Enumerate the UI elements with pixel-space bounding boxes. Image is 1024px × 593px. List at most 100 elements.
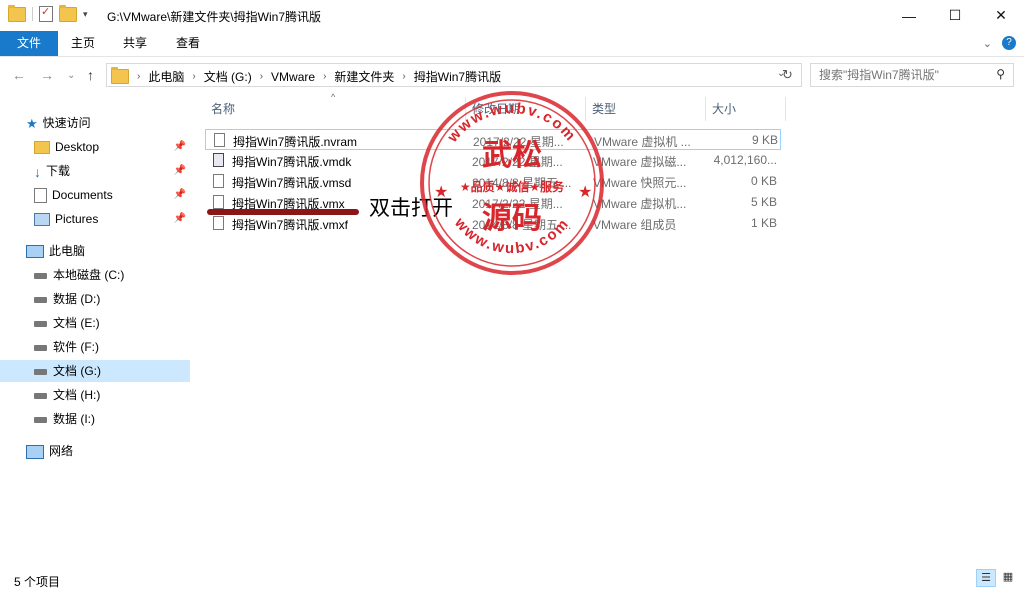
file-type: VMware 虚拟磁... [593,155,687,169]
column-header-date[interactable]: 修改日期 [472,97,580,121]
sidebar-item-drive-h[interactable]: 文档 (H:) [34,384,186,406]
document-icon [34,188,47,204]
ribbon-controls: ⌄ ? [983,36,1016,50]
expand-ribbon-icon[interactable]: ⌄ [983,37,992,50]
refresh-icon[interactable]: ↻ [782,67,793,83]
file-icon [213,174,224,188]
file-type: VMware 组成员 [593,218,677,232]
file-icon [214,133,225,147]
address-bar[interactable]: › 此电脑 › 文档 (G:) › VMware › 新建文件夹 › 拇指Win… [106,63,802,87]
sidebar-item-network[interactable]: 网络 [26,440,186,462]
search-box[interactable]: ⚲ [810,63,1014,87]
status-item-count: 5 个项目 [14,575,61,589]
sidebar-item-drive-c[interactable]: 本地磁盘 (C:) [34,264,186,286]
new-folder-icon[interactable] [59,4,77,22]
maximize-button[interactable]: ☐ [932,0,978,31]
column-header-type[interactable]: 类型 [592,97,700,121]
pin-icon: 📌 [173,141,186,152]
forward-arrow-icon[interactable]: → [40,67,54,83]
sidebar-item-quick-access[interactable]: ★ 快速访问 [26,112,186,134]
breadcrumb-chevron-icon[interactable]: › [137,71,140,82]
breadcrumb-chevron-icon[interactable]: › [192,71,195,82]
sidebar-item-label: 数据 (D:) [53,292,101,306]
file-name: 拇指Win7腾讯版.nvram [233,135,358,149]
pin-icon: 📌 [173,189,186,200]
customize-qat-dropdown-icon[interactable]: ▾ [83,9,88,20]
breadcrumb-chevron-icon[interactable]: › [260,71,263,82]
file-date: 2014/8/8 星期五 ... [472,176,572,190]
drive-icon [34,368,47,375]
drive-icon [34,392,47,399]
tab-share[interactable]: 共享 [112,31,158,56]
search-icon[interactable]: ⚲ [996,67,1005,81]
sidebar-item-this-pc[interactable]: 此电脑 [26,240,186,262]
file-date: 2017/2/22 星期... [472,197,563,211]
sidebar-item-downloads[interactable]: ↓ 下载 📌 [34,160,186,182]
sidebar-item-desktop[interactable]: Desktop 📌 [34,136,186,158]
sidebar-item-label: 文档 (H:) [53,388,101,402]
properties-icon[interactable] [39,5,53,22]
column-divider[interactable] [785,97,786,121]
column-divider[interactable] [705,97,706,121]
breadcrumb-new-folder[interactable]: 新建文件夹 [334,68,394,85]
recent-locations-chevron-icon[interactable]: ⌄ [67,70,75,81]
file-row[interactable]: 拇指Win7腾讯版.nvram 2017/2/22 星期... VMware 虚… [205,129,781,150]
tab-file[interactable]: 文件 [0,31,58,56]
details-view-icon[interactable]: ☰ [976,569,996,587]
sidebar-item-drive-i[interactable]: 数据 (I:) [34,408,186,430]
sidebar-item-pictures[interactable]: Pictures 📌 [34,208,186,230]
file-date: 2017/2/22 星期... [472,155,563,169]
breadcrumb-vmware[interactable]: VMware [271,70,315,84]
column-header-size[interactable]: 大小 [712,97,782,121]
file-type: VMware 虚拟机 ... [594,135,691,149]
file-size: 0 KB [750,174,777,188]
file-row[interactable]: 拇指Win7腾讯版.vmxf 2014/8/8 星期五 ... VMware 组… [205,213,781,234]
tab-home[interactable]: 主页 [60,31,106,56]
column-divider[interactable] [465,97,466,121]
breadcrumb-this-pc[interactable]: 此电脑 [148,68,184,85]
sidebar-item-documents[interactable]: Documents 📌 [34,184,186,206]
search-input[interactable] [811,64,991,86]
sidebar-item-drive-f[interactable]: 软件 (F:) [34,336,186,358]
file-size: 9 KB [751,133,778,147]
up-arrow-icon[interactable]: ↑ [87,67,94,83]
tab-view[interactable]: 查看 [165,31,211,56]
file-row[interactable]: 拇指Win7腾讯版.vmdk 2017/2/22 星期... VMware 虚拟… [205,150,781,171]
sidebar-item-drive-d[interactable]: 数据 (D:) [34,288,186,310]
breadcrumb-chevron-icon[interactable]: › [323,71,326,82]
drive-icon [34,296,47,303]
sidebar-item-label: 文档 (G:) [53,364,101,378]
help-icon[interactable]: ? [1002,36,1016,50]
download-icon: ↓ [34,163,41,180]
star-icon: ★ [26,115,38,131]
file-date: 2014/8/8 星期五 ... [472,218,572,232]
file-size: 1 KB [750,216,777,230]
breadcrumb-current-folder[interactable]: 拇指Win7腾讯版 [414,68,501,85]
file-size: 4,012,160... [713,153,777,167]
breadcrumb-drive-g[interactable]: 文档 (G:) [204,68,252,85]
sidebar-item-label: 本地磁盘 (C:) [53,268,125,282]
close-button[interactable]: ✕ [978,0,1024,31]
column-divider[interactable] [585,97,586,121]
network-icon [26,444,44,459]
sidebar-item-label: Pictures [55,212,99,226]
pin-icon: 📌 [173,213,186,224]
annotation-underline [207,209,359,215]
toolbar-separator [32,7,33,21]
sidebar-item-drive-e[interactable]: 文档 (E:) [34,312,186,334]
sidebar-item-label: 下载 [46,164,71,178]
file-row[interactable]: 拇指Win7腾讯版.vmsd 2014/8/8 星期五 ... VMware 快… [205,171,781,192]
file-name: 拇指Win7腾讯版.vmdk [232,155,352,169]
annotation-label: 双击打开 [369,197,453,220]
large-icons-view-icon[interactable]: ▦ [998,569,1018,587]
back-arrow-icon[interactable]: ← [12,67,26,83]
folder-icon [8,4,26,22]
sidebar-item-label: 此电脑 [49,244,86,258]
sidebar-item-label: 数据 (I:) [53,412,95,426]
column-header-name[interactable]: 名称 [211,97,461,121]
file-type: VMware 虚拟机... [593,197,687,211]
breadcrumb-chevron-icon[interactable]: › [402,71,405,82]
sidebar-item-drive-g[interactable]: 文档 (G:) [0,360,190,382]
minimize-button[interactable]: — [886,0,932,31]
navigation-pane: ★ 快速访问 Desktop 📌 ↓ 下载 📌 Documents 📌 Pictur… [0,92,190,562]
